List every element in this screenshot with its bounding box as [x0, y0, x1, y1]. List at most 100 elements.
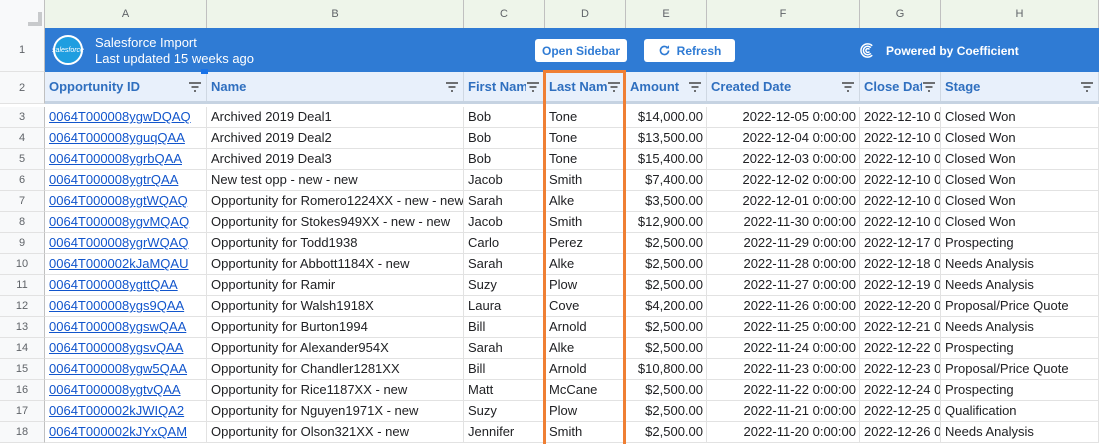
created-date-cell[interactable]: 2022-11-30 0:00:00: [707, 212, 860, 232]
amount-cell[interactable]: $2,500.00: [626, 338, 707, 358]
column-header-h[interactable]: H: [941, 0, 1099, 28]
name-cell[interactable]: Opportunity for Burton1994: [207, 317, 464, 337]
column-header-d[interactable]: D: [545, 0, 626, 28]
close-date-cell[interactable]: 2022-12-19 0: [860, 275, 941, 295]
first-name-cell[interactable]: Bill: [464, 317, 545, 337]
stage-cell[interactable]: Closed Won: [941, 128, 1099, 148]
last-name-cell[interactable]: Plow: [545, 401, 626, 421]
row-number[interactable]: 8: [0, 212, 45, 233]
stage-cell[interactable]: Proposal/Price Quote: [941, 296, 1099, 316]
last-name-cell[interactable]: Plow: [545, 275, 626, 295]
row-number[interactable]: 13: [0, 317, 45, 338]
name-cell[interactable]: Archived 2019 Deal2: [207, 128, 464, 148]
filter-icon[interactable]: [188, 81, 202, 92]
row-number[interactable]: 3: [0, 107, 45, 128]
opportunity-id-cell[interactable]: 0064T000008ygs9QAA: [45, 296, 207, 316]
first-name-cell[interactable]: Suzy: [464, 401, 545, 421]
close-date-cell[interactable]: 2022-12-20 0: [860, 296, 941, 316]
close-date-cell[interactable]: 2022-12-10 0: [860, 212, 941, 232]
stage-cell[interactable]: Prospecting: [941, 380, 1099, 400]
amount-cell[interactable]: $3,500.00: [626, 191, 707, 211]
first-name-cell[interactable]: Suzy: [464, 275, 545, 295]
open-sidebar-button[interactable]: Open Sidebar: [535, 39, 627, 62]
first-name-cell[interactable]: Jacob: [464, 212, 545, 232]
filter-icon[interactable]: [922, 81, 936, 92]
name-cell[interactable]: Opportunity for Todd1938: [207, 233, 464, 253]
field-header-name[interactable]: Name: [207, 72, 464, 101]
stage-cell[interactable]: Proposal/Price Quote: [941, 359, 1099, 379]
name-cell[interactable]: Opportunity for Nguyen1971X - new: [207, 401, 464, 421]
close-date-cell[interactable]: 2022-12-24 0: [860, 380, 941, 400]
field-header-opportunity-id[interactable]: Opportunity ID: [45, 72, 207, 101]
amount-cell[interactable]: $4,200.00: [626, 296, 707, 316]
column-header-e[interactable]: E: [626, 0, 707, 28]
filter-icon[interactable]: [688, 81, 702, 92]
first-name-cell[interactable]: Bob: [464, 149, 545, 169]
opportunity-id-cell[interactable]: 0064T000002kJYxQAM: [45, 422, 207, 442]
name-cell[interactable]: Opportunity for Olson321XX - new: [207, 422, 464, 442]
created-date-cell[interactable]: 2022-11-29 0:00:00: [707, 233, 860, 253]
filter-icon[interactable]: [445, 81, 459, 92]
name-cell[interactable]: Opportunity for Rice1187XX - new: [207, 380, 464, 400]
created-date-cell[interactable]: 2022-11-24 0:00:00: [707, 338, 860, 358]
row-number[interactable]: 9: [0, 233, 45, 254]
opportunity-id-cell[interactable]: 0064T000008yguqQAA: [45, 128, 207, 148]
first-name-cell[interactable]: Jacob: [464, 170, 545, 190]
name-cell[interactable]: Opportunity for Romero1224XX - new - new: [207, 191, 464, 211]
column-header-g[interactable]: G: [860, 0, 941, 28]
last-name-cell[interactable]: Arnold: [545, 359, 626, 379]
created-date-cell[interactable]: 2022-11-22 0:00:00: [707, 380, 860, 400]
opportunity-id-cell[interactable]: 0064T000008ygswQAA: [45, 317, 207, 337]
row-number[interactable]: 6: [0, 170, 45, 191]
first-name-cell[interactable]: Laura: [464, 296, 545, 316]
row-number[interactable]: 12: [0, 296, 45, 317]
stage-cell[interactable]: Prospecting: [941, 233, 1099, 253]
last-name-cell[interactable]: McCane: [545, 380, 626, 400]
stage-cell[interactable]: Qualification: [941, 401, 1099, 421]
row-number[interactable]: 7: [0, 191, 45, 212]
created-date-cell[interactable]: 2022-11-27 0:00:00: [707, 275, 860, 295]
stage-cell[interactable]: Closed Won: [941, 149, 1099, 169]
opportunity-id-cell[interactable]: 0064T000008ygwDQAQ: [45, 107, 207, 127]
last-name-cell[interactable]: Cove: [545, 296, 626, 316]
opportunity-id-cell[interactable]: 0064T000008ygw5QAA: [45, 359, 207, 379]
opportunity-id-cell[interactable]: 0064T000008ygtvQAA: [45, 380, 207, 400]
first-name-cell[interactable]: Bill: [464, 359, 545, 379]
created-date-cell[interactable]: 2022-11-21 0:00:00: [707, 401, 860, 421]
name-cell[interactable]: Opportunity for Chandler1281XX: [207, 359, 464, 379]
opportunity-id-cell[interactable]: 0064T000008ygrWQAQ: [45, 233, 207, 253]
row-number[interactable]: 10: [0, 254, 45, 275]
close-date-cell[interactable]: 2022-12-25 0: [860, 401, 941, 421]
stage-cell[interactable]: Closed Won: [941, 191, 1099, 211]
close-date-cell[interactable]: 2022-12-22 0: [860, 338, 941, 358]
row-number[interactable]: 14: [0, 338, 45, 359]
refresh-button[interactable]: Refresh: [644, 39, 735, 62]
close-date-cell[interactable]: 2022-12-10 0: [860, 191, 941, 211]
row-number[interactable]: 18: [0, 422, 45, 443]
close-date-cell[interactable]: 2022-12-21 0: [860, 317, 941, 337]
name-cell[interactable]: Opportunity for Ramir: [207, 275, 464, 295]
amount-cell[interactable]: $2,500.00: [626, 254, 707, 274]
close-date-cell[interactable]: 2022-12-10 0: [860, 149, 941, 169]
last-name-cell[interactable]: Tone: [545, 128, 626, 148]
opportunity-id-cell[interactable]: 0064T000008ygvMQAQ: [45, 212, 207, 232]
row-number[interactable]: 16: [0, 380, 45, 401]
created-date-cell[interactable]: 2022-11-28 0:00:00: [707, 254, 860, 274]
stage-cell[interactable]: Closed Won: [941, 212, 1099, 232]
close-date-cell[interactable]: 2022-12-10 0: [860, 170, 941, 190]
stage-cell[interactable]: Needs Analysis: [941, 422, 1099, 442]
opportunity-id-cell[interactable]: 0064T000008ygtWQAQ: [45, 191, 207, 211]
stage-cell[interactable]: Needs Analysis: [941, 317, 1099, 337]
selection-handle[interactable]: [201, 69, 208, 74]
amount-cell[interactable]: $2,500.00: [626, 422, 707, 442]
last-name-cell[interactable]: Smith: [545, 422, 626, 442]
amount-cell[interactable]: $2,500.00: [626, 317, 707, 337]
stage-cell[interactable]: Closed Won: [941, 170, 1099, 190]
last-name-cell[interactable]: Smith: [545, 170, 626, 190]
column-header-b[interactable]: B: [207, 0, 464, 28]
opportunity-id-cell[interactable]: 0064T000002kJaMQAU: [45, 254, 207, 274]
last-name-cell[interactable]: Alke: [545, 191, 626, 211]
first-name-cell[interactable]: Jennifer: [464, 422, 545, 442]
amount-cell[interactable]: $2,500.00: [626, 275, 707, 295]
last-name-cell[interactable]: Tone: [545, 107, 626, 127]
